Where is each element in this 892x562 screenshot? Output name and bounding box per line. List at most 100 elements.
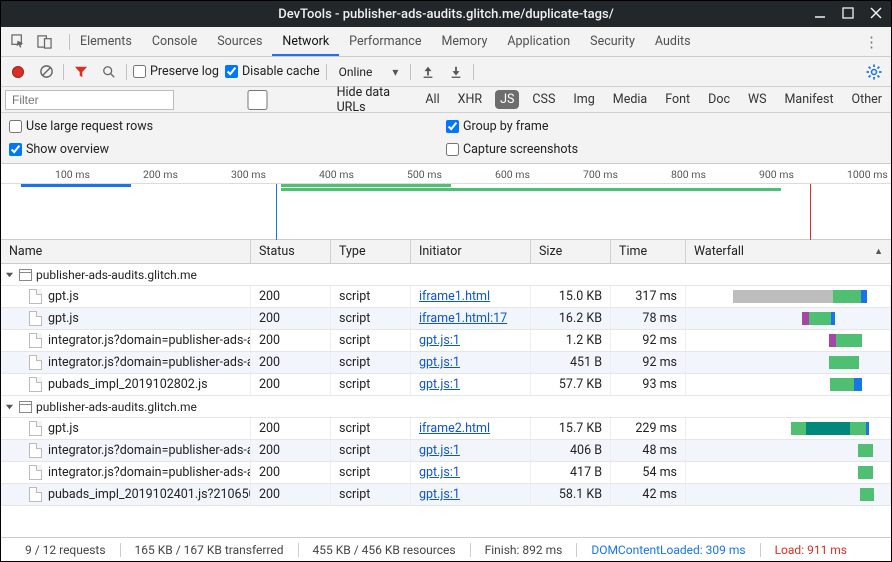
cell-name: integrator.js?domain=publisher-ads-au… [1, 440, 251, 461]
ruler-tick: 100 ms [55, 168, 90, 181]
filter-chip-xhr[interactable]: XHR [453, 90, 487, 109]
col-waterfall[interactable]: Waterfall▲ [686, 240, 891, 263]
tab-elements[interactable]: Elements [70, 27, 142, 56]
status-bar: 9 / 12 requests 165 KB / 167 KB transfer… [1, 537, 891, 561]
filter-chip-js[interactable]: JS [495, 90, 519, 109]
cell-size: 451 B [531, 352, 611, 373]
cell-initiator[interactable]: gpt.js:1 [411, 352, 531, 373]
close-icon[interactable] [869, 6, 883, 23]
filter-chip-img[interactable]: Img [568, 90, 599, 109]
col-time[interactable]: Time [611, 240, 686, 263]
filter-chip-all[interactable]: All [420, 90, 444, 109]
tab-performance[interactable]: Performance [339, 27, 431, 56]
cell-status: 200 [251, 462, 331, 483]
status-transferred: 165 KB / 167 KB transferred [121, 543, 299, 557]
request-row[interactable]: integrator.js?domain=publisher-ads-au…20… [1, 440, 891, 462]
cell-initiator[interactable]: gpt.js:1 [411, 484, 531, 505]
device-icon[interactable] [33, 31, 55, 53]
request-row[interactable]: integrator.js?domain=publisher-ads-au…20… [1, 462, 891, 484]
kebab-icon[interactable]: ⋮ [864, 33, 885, 51]
group-by-frame-checkbox[interactable]: Group by frame [446, 119, 883, 134]
cell-initiator[interactable]: gpt.js:1 [411, 330, 531, 351]
disclose-icon[interactable] [5, 268, 15, 282]
frame-group[interactable]: publisher-ads-audits.glitch.me [1, 264, 891, 286]
hide-data-urls-checkbox[interactable]: Hide data URLs [182, 85, 412, 115]
tab-application[interactable]: Application [497, 27, 580, 56]
filter-chip-manifest[interactable]: Manifest [780, 90, 839, 109]
cell-initiator[interactable]: gpt.js:1 [411, 462, 531, 483]
search-icon[interactable] [98, 61, 120, 83]
filter-chip-other[interactable]: Other [847, 90, 887, 109]
tab-console[interactable]: Console [142, 27, 207, 56]
filter-chip-ws[interactable]: WS [743, 90, 772, 109]
minimize-icon[interactable] [813, 6, 827, 23]
settings-icon[interactable] [863, 61, 885, 83]
file-icon [29, 333, 42, 348]
request-row[interactable]: gpt.js200scriptiframe1.html:1716.2 KB78 … [1, 308, 891, 330]
filter-icon[interactable] [70, 61, 92, 83]
request-row[interactable]: integrator.js?domain=publisher-ads-au…20… [1, 352, 891, 374]
file-icon [29, 355, 42, 370]
show-overview-checkbox[interactable]: Show overview [9, 142, 446, 157]
tab-memory[interactable]: Memory [431, 27, 497, 56]
disclose-icon[interactable] [5, 400, 15, 414]
preserve-log-checkbox[interactable]: Preserve log [133, 64, 219, 79]
cell-name: pubads_impl_2019102401.js?21065030 [1, 484, 251, 505]
frame-group[interactable]: publisher-ads-audits.glitch.me [1, 396, 891, 418]
request-row[interactable]: pubads_impl_2019102802.js200scriptgpt.js… [1, 374, 891, 396]
request-row[interactable]: integrator.js?domain=publisher-ads-au…20… [1, 330, 891, 352]
filter-input[interactable] [5, 90, 174, 110]
clear-icon[interactable] [35, 61, 57, 83]
grid-header[interactable]: Name Status Type Initiator Size Time Wat… [1, 240, 891, 264]
cell-initiator[interactable]: iframe1.html [411, 286, 531, 307]
cell-initiator[interactable]: iframe1.html:17 [411, 308, 531, 329]
cell-initiator[interactable]: iframe2.html [411, 418, 531, 439]
col-status[interactable]: Status [251, 240, 331, 263]
request-row[interactable]: pubads_impl_2019102401.js?21065030200scr… [1, 484, 891, 506]
filter-chip-doc[interactable]: Doc [703, 90, 735, 109]
request-row[interactable]: gpt.js200scriptiframe2.html15.7 KB229 ms [1, 418, 891, 440]
filter-chip-media[interactable]: Media [608, 90, 652, 109]
maximize-icon[interactable] [841, 6, 855, 23]
cell-status: 200 [251, 352, 331, 373]
upload-icon[interactable] [417, 61, 439, 83]
tab-sources[interactable]: Sources [207, 27, 272, 56]
tab-security[interactable]: Security [580, 27, 645, 56]
cell-time: 93 ms [611, 374, 686, 395]
cell-status: 200 [251, 286, 331, 307]
record-icon[interactable] [7, 61, 29, 83]
status-finish: Finish: 892 ms [471, 543, 578, 557]
throttling-select[interactable]: Online▾ [333, 65, 405, 79]
cell-size: 406 B [531, 440, 611, 461]
cell-waterfall [686, 374, 891, 395]
cell-size: 16.2 KB [531, 308, 611, 329]
tab-audits[interactable]: Audits [645, 27, 701, 56]
ruler-tick: 800 ms [671, 168, 706, 181]
cell-waterfall [686, 352, 891, 373]
inspect-icon[interactable] [7, 31, 29, 53]
col-size[interactable]: Size [531, 240, 611, 263]
filter-chip-css[interactable]: CSS [527, 90, 560, 109]
cell-initiator[interactable]: gpt.js:1 [411, 440, 531, 461]
capture-screenshots-checkbox[interactable]: Capture screenshots [446, 142, 883, 157]
col-initiator[interactable]: Initiator [411, 240, 531, 263]
request-row[interactable]: gpt.js200scriptiframe1.html15.0 KB317 ms [1, 286, 891, 308]
ruler-tick: 1000 ms [847, 168, 888, 181]
download-icon[interactable] [445, 61, 467, 83]
status-resources: 455 KB / 456 KB resources [299, 543, 471, 557]
tab-network[interactable]: Network [272, 27, 339, 56]
status-load: Load: 911 ms [761, 543, 861, 557]
cell-size: 1.2 KB [531, 330, 611, 351]
filter-chip-font[interactable]: Font [660, 90, 695, 109]
large-rows-checkbox[interactable]: Use large request rows [9, 119, 446, 134]
cell-type: script [331, 374, 411, 395]
cell-name: gpt.js [1, 308, 251, 329]
col-name[interactable]: Name [1, 240, 251, 263]
ruler-tick: 600 ms [495, 168, 530, 181]
col-type[interactable]: Type [331, 240, 411, 263]
cell-size: 57.7 KB [531, 374, 611, 395]
disable-cache-checkbox[interactable]: Disable cache [225, 64, 320, 79]
cell-initiator[interactable]: gpt.js:1 [411, 374, 531, 395]
overview-timeline[interactable]: 100 ms200 ms300 ms400 ms500 ms600 ms700 … [1, 164, 891, 240]
cell-name: pubads_impl_2019102802.js [1, 374, 251, 395]
